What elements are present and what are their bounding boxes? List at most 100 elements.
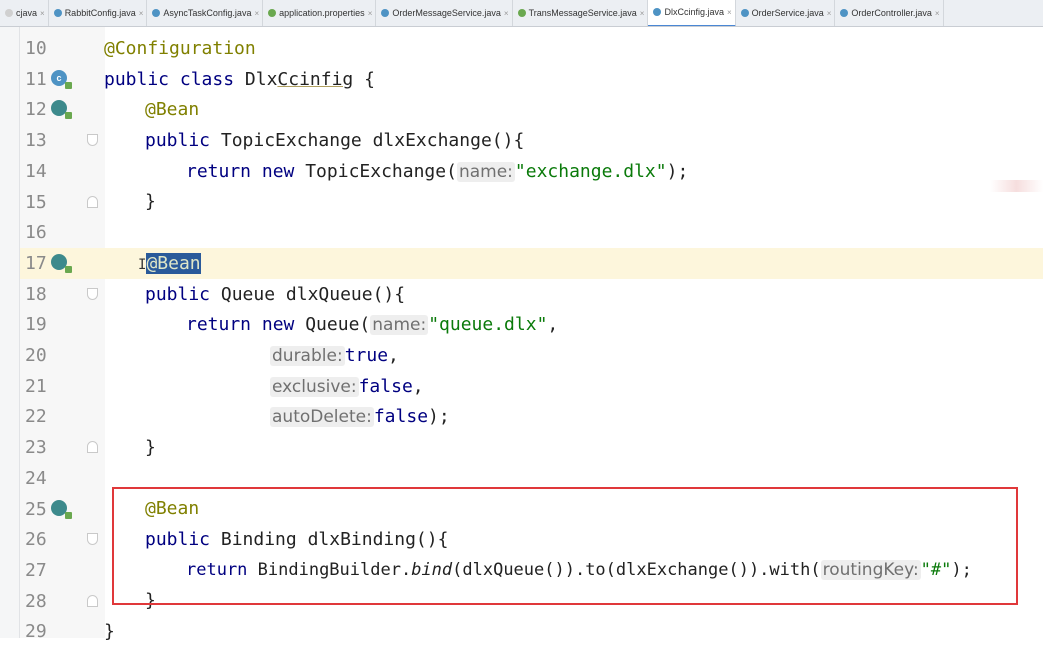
code-line-12[interactable]: @Bean xyxy=(145,94,199,125)
code-line-14[interactable]: return new TopicExchange(name: "exchange.… xyxy=(186,156,688,187)
gutter-row: 26 xyxy=(20,524,105,555)
fold-toggle-icon[interactable] xyxy=(87,594,98,607)
line-number: 24 xyxy=(25,467,47,489)
tab-label: OrderController.java xyxy=(851,8,932,18)
tool-window-strip xyxy=(0,27,20,638)
file-type-icon xyxy=(840,9,849,17)
gutter-row: 27 xyxy=(20,555,105,586)
code-line-29[interactable]: } xyxy=(104,616,115,647)
file-type-icon xyxy=(740,9,749,17)
spring-bean-icon[interactable] xyxy=(51,100,72,120)
fold-toggle-icon[interactable] xyxy=(87,533,98,546)
close-icon[interactable]: × xyxy=(640,9,645,18)
gutter-row: 10 xyxy=(20,33,105,64)
close-icon[interactable]: × xyxy=(727,8,732,17)
selected-text: @Bean xyxy=(146,253,201,274)
tab-label: OrderService.java xyxy=(751,8,824,18)
code-line-19[interactable]: return new Queue(name: "queue.dlx", xyxy=(186,309,558,340)
gutter-row: 16 xyxy=(20,217,105,248)
line-number: 23 xyxy=(25,437,47,459)
line-number: 15 xyxy=(25,191,47,213)
close-icon[interactable]: × xyxy=(504,9,509,18)
close-icon[interactable]: × xyxy=(254,9,259,18)
file-type-icon xyxy=(517,9,526,17)
gutter-row: 18 xyxy=(20,279,105,310)
tab-4[interactable]: OrderMessageService.java × xyxy=(376,0,513,26)
param-hint-autodelete: autoDelete: xyxy=(270,407,374,427)
close-icon[interactable]: × xyxy=(40,9,45,18)
close-icon[interactable]: × xyxy=(827,9,832,18)
close-icon[interactable]: × xyxy=(139,9,144,18)
gutter-row: 13 xyxy=(20,125,105,156)
code-line-10[interactable]: @Configuration xyxy=(104,33,256,64)
tab-0[interactable]: cjava × xyxy=(0,0,49,26)
line-number: 27 xyxy=(25,559,47,581)
code-line-21[interactable]: exclusive: false, xyxy=(270,371,424,402)
line-number: 21 xyxy=(25,375,47,397)
line-number: 17 xyxy=(25,252,47,274)
line-number: 25 xyxy=(25,498,47,520)
code-line-11[interactable]: public class DlxCcinfig { xyxy=(104,64,375,95)
tab-1[interactable]: RabbitConfig.java × xyxy=(49,0,148,26)
tab-label: RabbitConfig.java xyxy=(64,8,136,18)
close-icon[interactable]: × xyxy=(368,9,373,18)
highlight-annotation-box xyxy=(112,487,1018,605)
fold-toggle-icon[interactable] xyxy=(87,134,98,147)
gutter-row: 21 xyxy=(20,371,105,402)
line-number: 20 xyxy=(25,345,47,366)
file-type-icon xyxy=(152,9,161,17)
gutter-row: 19 xyxy=(20,309,105,340)
file-type-icon xyxy=(53,9,62,17)
file-type-icon xyxy=(653,8,662,16)
spring-bean-icon[interactable] xyxy=(51,253,72,273)
gutter-row: 17 xyxy=(20,248,105,279)
gutter-row: 24 xyxy=(20,463,105,494)
line-number: 14 xyxy=(25,160,47,182)
tab-7[interactable]: OrderService.java × xyxy=(736,0,836,26)
tab-label: DlxCcinfig.java xyxy=(664,7,724,17)
tab-8[interactable]: OrderController.java × xyxy=(835,0,944,26)
tab-3[interactable]: application.properties × xyxy=(263,0,377,26)
tab-label: AsyncTaskConfig.java xyxy=(163,8,252,18)
code-line-15[interactable]: } xyxy=(145,186,156,217)
file-type-icon xyxy=(5,9,13,17)
gutter-row: 11 c xyxy=(20,64,105,95)
gutter-row: 20 xyxy=(20,340,105,371)
line-number: 28 xyxy=(25,590,47,612)
tab-label: TransMessageService.java xyxy=(528,8,637,18)
code-line-20[interactable]: durable: true, xyxy=(270,340,399,371)
tab-label: cjava xyxy=(16,8,38,18)
code-line-13[interactable]: public TopicExchange dlxExchange(){ xyxy=(145,125,524,156)
tab-6[interactable]: DlxCcinfig.java × xyxy=(648,0,736,26)
line-number: 11 xyxy=(25,68,47,90)
spring-bean-icon[interactable] xyxy=(51,499,72,519)
fold-toggle-icon[interactable] xyxy=(87,441,98,454)
fold-toggle-icon[interactable] xyxy=(87,195,98,208)
gutter-row: 23 xyxy=(20,432,105,463)
fold-toggle-icon[interactable] xyxy=(87,287,98,300)
line-number: 10 xyxy=(25,38,47,59)
code-line-22[interactable]: autoDelete: false); xyxy=(270,401,450,432)
line-number: 18 xyxy=(25,283,47,305)
code-line-17[interactable]: I@Bean xyxy=(138,248,201,279)
tab-5[interactable]: TransMessageService.java × xyxy=(513,0,649,26)
param-hint-name: name: xyxy=(456,162,515,182)
line-number: 16 xyxy=(25,222,47,244)
tab-2[interactable]: AsyncTaskConfig.java × xyxy=(147,0,264,26)
editor-tab-bar: cjava × RabbitConfig.java × AsyncTaskConfig.… xyxy=(0,0,1043,27)
render-artifact xyxy=(990,180,1043,192)
gutter-row: 25 xyxy=(20,494,105,525)
line-number: 13 xyxy=(25,130,47,152)
code-line-23[interactable]: } xyxy=(145,432,156,463)
line-number: 19 xyxy=(25,314,47,336)
code-line-18[interactable]: public Queue dlxQueue(){ xyxy=(145,279,405,310)
close-icon[interactable]: × xyxy=(935,9,940,18)
gutter-row: 28 xyxy=(20,586,105,617)
gutter-row: 14 xyxy=(20,156,105,187)
line-number: 12 xyxy=(25,99,47,121)
file-type-icon xyxy=(268,9,277,17)
spring-class-icon[interactable]: c xyxy=(51,69,72,89)
line-number: 29 xyxy=(25,621,47,643)
file-type-icon xyxy=(381,9,390,17)
param-hint-name: name: xyxy=(370,315,429,335)
